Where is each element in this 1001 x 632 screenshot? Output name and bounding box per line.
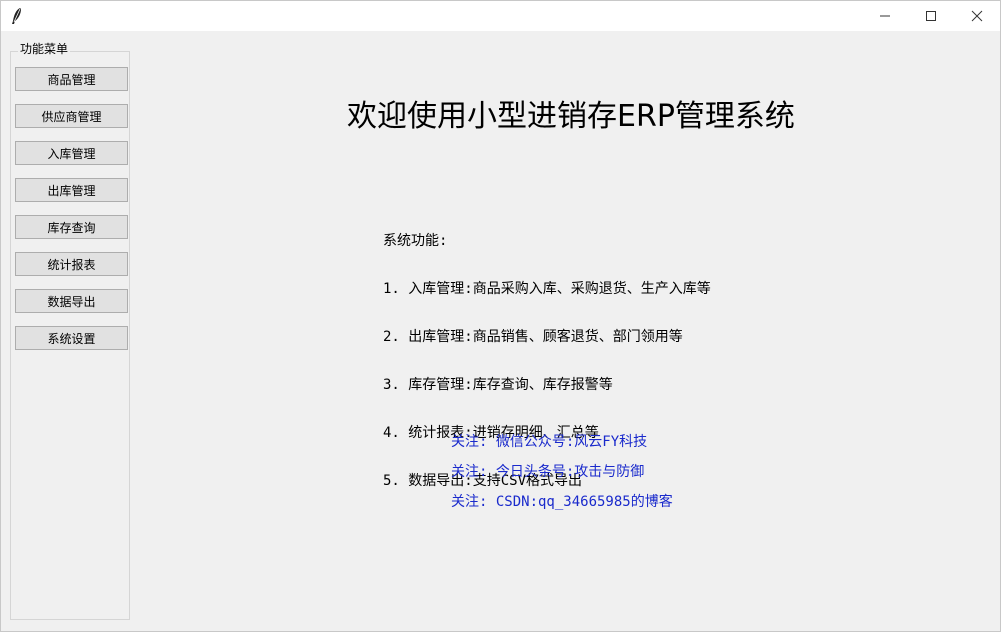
- minimize-icon: [879, 7, 891, 26]
- follow-toutiao-text: 关注: 今日头条号:攻击与防御: [451, 464, 645, 480]
- statistics-report-button[interactable]: 统计报表: [15, 252, 128, 276]
- sidebar-title: 功能菜单: [18, 42, 71, 56]
- supplier-management-button[interactable]: 供应商管理: [15, 104, 128, 128]
- follow-wechat-text: 关注: 微信公众号:风云FY科技: [451, 434, 648, 450]
- follow-csdn-text: 关注: CSDN:qq_34665985的博客: [451, 494, 673, 510]
- app-window: 功能菜单 商品管理 供应商管理 入库管理 出库管理 库存查询 统计报表 数据导出…: [0, 0, 1001, 632]
- inventory-query-button[interactable]: 库存查询: [15, 215, 128, 239]
- feature-heading: 系统功能:: [383, 233, 448, 249]
- feature-item: 2. 出库管理:商品销售、顾客退货、部门领用等: [383, 329, 683, 345]
- feather-icon: [9, 7, 25, 25]
- maximize-icon: [925, 7, 937, 26]
- maximize-button[interactable]: [908, 1, 954, 31]
- system-settings-button[interactable]: 系统设置: [15, 326, 128, 350]
- close-button[interactable]: [954, 1, 1000, 31]
- minimize-button[interactable]: [862, 1, 908, 31]
- page-title: 欢迎使用小型进销存ERP管理系统: [347, 99, 795, 134]
- data-export-button[interactable]: 数据导出: [15, 289, 128, 313]
- outbound-management-button[interactable]: 出库管理: [15, 178, 128, 202]
- inbound-management-button[interactable]: 入库管理: [15, 141, 128, 165]
- feature-item: 1. 入库管理:商品采购入库、采购退货、生产入库等: [383, 281, 711, 297]
- title-bar: [1, 1, 1000, 31]
- close-icon: [971, 7, 983, 26]
- product-management-button[interactable]: 商品管理: [15, 67, 128, 91]
- feature-item: 3. 库存管理:库存查询、库存报警等: [383, 377, 613, 393]
